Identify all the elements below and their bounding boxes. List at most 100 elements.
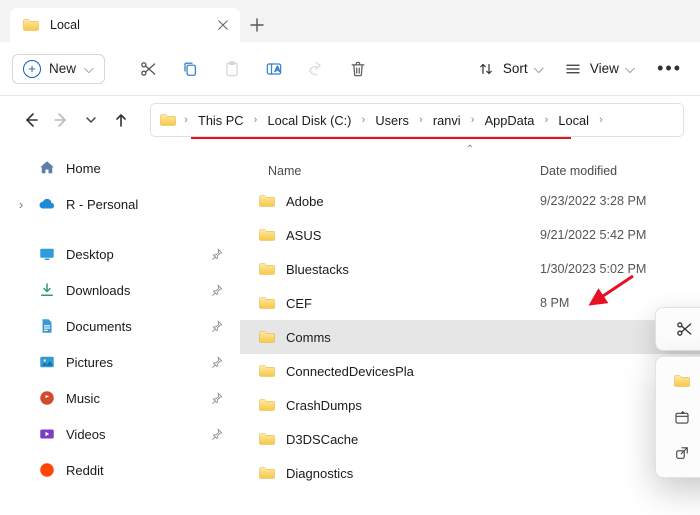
folder-icon [258,464,276,482]
sort-label: Sort [503,61,528,76]
folder-icon [22,16,40,34]
table-row[interactable]: Bluestacks1/30/2023 5:02 PM [240,252,700,286]
toolbar: + New ⌵ Sort ⌵ View ⌵ ••• [0,42,700,96]
pin-icon [210,391,224,405]
row-date: 9/21/2022 5:42 PM [540,228,700,242]
row-date: 9/23/2022 3:28 PM [540,194,700,208]
close-tab-icon[interactable] [218,20,228,30]
sort-icon [477,60,495,78]
pin-icon [210,283,224,297]
table-row[interactable]: ConnectedDevicesPla [240,354,700,388]
sidebar-item-home[interactable]: Home [0,150,240,186]
annotation-underline [191,137,571,139]
folder-icon [159,111,177,129]
breadcrumb-seg[interactable]: This PC [195,113,247,128]
breadcrumb-seg[interactable]: ranvi [430,113,464,128]
breadcrumb-chevron[interactable]: › [354,114,372,126]
window-tab[interactable]: Local [10,8,240,42]
row-name: Diagnostics [286,466,540,481]
sidebar-item-label: Pictures [66,355,113,370]
music-icon [38,389,56,407]
ctx-open[interactable]: Open Enter [662,363,700,399]
row-name: CrashDumps [286,398,540,413]
collapse-caret[interactable]: ⌃ [240,144,700,158]
sidebar-item-desktop[interactable]: Desktop [0,236,240,272]
folder-icon [258,396,276,414]
sidebar-item-reddit[interactable]: Reddit [0,452,240,488]
home-icon [38,159,56,177]
main-area: Home › R - Personal Desktop Downloads Do… [0,144,700,515]
address-bar[interactable]: › This PC › Local Disk (C:) › Users › ra… [150,103,684,137]
row-name: CEF [286,296,540,311]
table-row[interactable]: D3DSCache [240,422,700,456]
rename-button[interactable] [253,49,295,89]
cut-button[interactable] [127,49,169,89]
chevron-down-icon: ⌵ [625,61,635,77]
new-tab-button[interactable] [240,8,274,42]
table-row[interactable]: Comms [240,320,700,354]
pictures-icon [38,353,56,371]
breadcrumb-chevron[interactable]: › [464,114,482,126]
sidebar-item-label: Music [66,391,100,406]
breadcrumb-chevron[interactable]: › [412,114,430,126]
view-label: View [590,61,619,76]
sidebar-item-downloads[interactable]: Downloads [0,272,240,308]
titlebar: Local [0,0,700,42]
back-button[interactable] [16,105,46,135]
column-name[interactable]: Name [268,164,540,178]
sidebar-item-videos[interactable]: Videos [0,416,240,452]
table-row[interactable]: Diagnostics [240,456,700,490]
more-button[interactable]: ••• [651,58,688,79]
up-button[interactable] [106,105,136,135]
table-row[interactable]: Adobe9/23/2022 3:28 PM [240,184,700,218]
ctx-cut-button[interactable] [664,310,700,348]
sort-button[interactable]: Sort ⌵ [467,49,554,89]
breadcrumb-chevron[interactable]: › [592,114,610,126]
sidebar: Home › R - Personal Desktop Downloads Do… [0,144,240,515]
row-name: Adobe [286,194,540,209]
breadcrumb-chevron[interactable]: › [247,114,265,126]
desktop-icon [38,245,56,263]
row-name: Bluestacks [286,262,540,277]
table-row[interactable]: CrashDumps [240,388,700,422]
new-button-label: New [49,61,76,76]
sidebar-item-label: R - Personal [66,197,138,212]
sidebar-item-pictures[interactable]: Pictures [0,344,240,380]
ctx-open-new-window[interactable]: Open in new window [662,435,700,471]
sidebar-item-music[interactable]: Music [0,380,240,416]
share-button [295,49,337,89]
breadcrumb-seg[interactable]: AppData [482,113,538,128]
breadcrumb-seg[interactable]: Local Disk (C:) [265,113,355,128]
copy-button[interactable] [169,49,211,89]
delete-button[interactable] [337,49,379,89]
row-name: D3DSCache [286,432,540,447]
breadcrumb-seg[interactable]: Users [372,113,411,128]
expand-chevron[interactable]: › [14,197,28,211]
breadcrumb-seg[interactable]: Local [555,113,592,128]
forward-button [46,105,76,135]
folder-icon [258,192,276,210]
pin-icon [210,427,224,441]
row-name: Comms [286,330,540,345]
videos-icon [38,425,56,443]
breadcrumb-chevron[interactable]: › [177,114,195,126]
sidebar-item-personal[interactable]: › R - Personal [0,186,240,222]
recent-button[interactable] [76,105,106,135]
table-row[interactable]: CEF8 PM [240,286,700,320]
column-date[interactable]: Date modified [540,164,700,178]
breadcrumb-chevron[interactable]: › [537,114,555,126]
plus-icon [250,18,264,32]
context-menu: Open Enter Open in new tab Open in new w… [655,356,700,478]
ctx-open-new-tab[interactable]: Open in new tab [662,399,700,435]
new-tab-icon [673,408,691,426]
sidebar-item-label: Home [66,161,101,176]
reddit-icon [38,461,56,479]
new-window-icon [673,444,691,462]
folder-icon [258,226,276,244]
row-name: ASUS [286,228,540,243]
new-button[interactable]: + New ⌵ [12,54,105,84]
context-action-bar [655,307,700,351]
view-button[interactable]: View ⌵ [554,49,645,89]
table-row[interactable]: ASUS9/21/2022 5:42 PM [240,218,700,252]
sidebar-item-documents[interactable]: Documents [0,308,240,344]
